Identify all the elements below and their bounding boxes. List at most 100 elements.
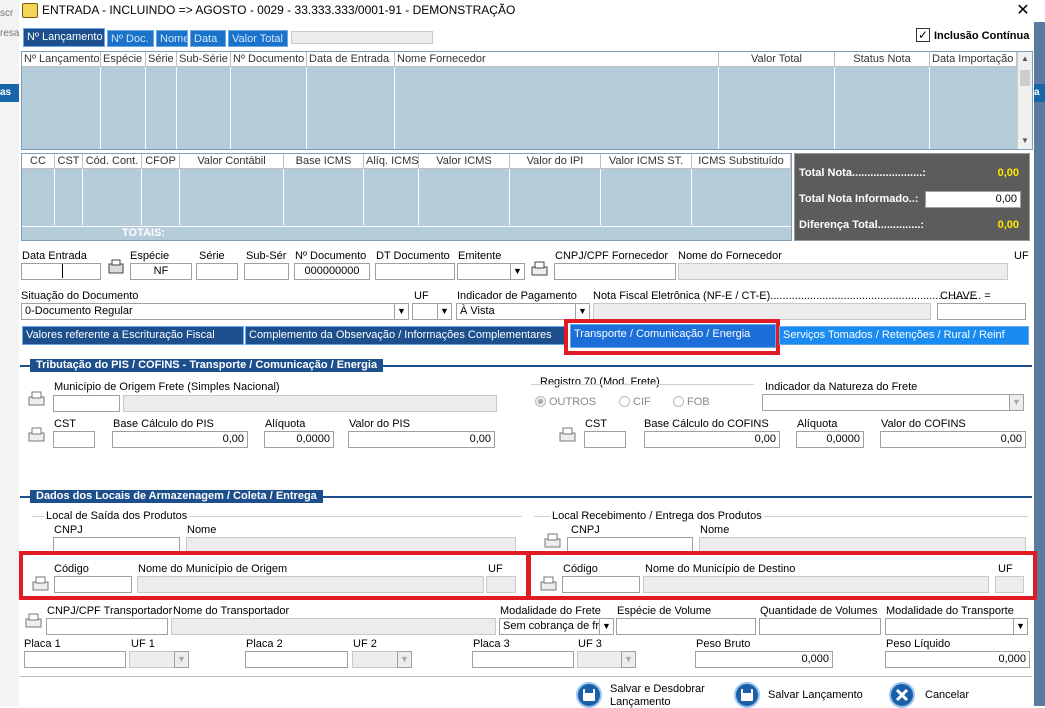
peso-liquido-input[interactable]: 0,000 (885, 651, 1030, 668)
grid-header[interactable]: Nº Lançamento (22, 52, 101, 67)
printer-icon[interactable] (31, 575, 51, 593)
peso-bruto-input[interactable]: 0,000 (695, 651, 833, 668)
valor-pis-input[interactable]: 0,00 (348, 431, 495, 448)
tab-data[interactable]: Data (190, 30, 226, 47)
municipio-origem-name[interactable] (123, 395, 497, 412)
grid-header[interactable]: Valor do IPI (510, 154, 601, 169)
chevron-down-icon[interactable]: ▼ (437, 303, 452, 320)
cancel-label[interactable]: Cancelar (925, 689, 969, 701)
valor-cofins-input[interactable]: 0,00 (880, 431, 1026, 448)
radio-cif[interactable] (619, 396, 630, 407)
uf1-select[interactable] (129, 651, 175, 668)
especie-input[interactable]: NF (130, 263, 192, 280)
uf2-select[interactable] (352, 651, 398, 668)
municipio-destino-nome-input[interactable] (643, 576, 989, 593)
cst-cofins-input[interactable] (584, 431, 626, 448)
search-input[interactable] (291, 31, 433, 44)
grid-header[interactable]: Base ICMS (284, 154, 364, 169)
grid-header[interactable]: Valor Total (719, 52, 835, 67)
close-icon[interactable]: ✕ (1012, 0, 1034, 22)
grid-header[interactable]: Espécie (101, 52, 146, 67)
placa2-input[interactable] (245, 651, 348, 668)
grid-header[interactable]: CFOP (142, 154, 180, 169)
uf-destino-input[interactable] (995, 576, 1024, 593)
codigo-origem-input[interactable] (54, 576, 132, 593)
total-informado-input[interactable]: 0,00 (925, 191, 1021, 208)
situacao-select[interactable]: 0-Documento Regular (21, 303, 395, 320)
grid-header[interactable]: Valor ICMS (419, 154, 510, 169)
grid-header[interactable]: Status Nota (835, 52, 930, 67)
printer-icon[interactable] (539, 575, 559, 593)
save-split-label-2[interactable]: Lançamento (610, 696, 671, 708)
grid-header[interactable]: Data Importação (930, 52, 1017, 67)
chevron-down-icon[interactable]: ▼ (1009, 394, 1024, 411)
grid-header[interactable]: Valor Contábil (180, 154, 284, 169)
aliquota-pis-input[interactable]: 0,0000 (264, 431, 334, 448)
chevron-down-icon[interactable]: ▼ (1013, 618, 1028, 635)
chevron-down-icon[interactable]: ▼ (397, 651, 412, 668)
aliquota-cofins-input[interactable]: 0,0000 (796, 431, 864, 448)
quantidade-volumes-input[interactable] (759, 618, 881, 635)
dt-documento-input[interactable] (375, 263, 455, 280)
grid-scrollbar[interactable]: ▲ ▼ (1017, 52, 1032, 149)
codigo-destino-input[interactable] (562, 576, 640, 593)
radio-fob[interactable] (673, 396, 684, 407)
grid-header[interactable]: Série (146, 52, 177, 67)
chevron-down-icon[interactable]: ▼ (575, 303, 590, 320)
chevron-down-icon[interactable]: ▼ (621, 651, 636, 668)
grid-header[interactable]: CC (22, 154, 55, 169)
printer-icon[interactable] (27, 426, 47, 444)
uf-origem-input[interactable] (486, 576, 516, 593)
itens-grid[interactable]: CC CST Cód. Cont. CFOP Valor Contábil Ba… (21, 153, 792, 241)
cancel-button[interactable] (889, 682, 915, 708)
tab-escrituracao-fiscal[interactable]: Valores referente a Escrituração Fiscal (22, 326, 244, 345)
chevron-down-icon[interactable]: ▼ (394, 303, 409, 320)
printer-icon[interactable] (27, 390, 47, 408)
cnpj-fornecedor-input[interactable] (554, 263, 676, 280)
tab-valor-total[interactable]: Valor Total (228, 30, 288, 47)
grid-header[interactable]: Nº Documento (231, 52, 307, 67)
base-pis-input[interactable]: 0,00 (112, 431, 248, 448)
especie-volume-input[interactable] (616, 618, 756, 635)
printer-icon[interactable] (543, 532, 563, 550)
tab-n-doc[interactable]: Nº Doc. (107, 30, 154, 47)
cst-pis-input[interactable] (53, 431, 95, 448)
printer-icon[interactable] (530, 260, 550, 278)
grid-header[interactable]: Alíq. ICMS (364, 154, 419, 169)
placa1-input[interactable] (24, 651, 126, 668)
uf3-select[interactable] (577, 651, 622, 668)
save-label[interactable]: Salvar Lançamento (768, 689, 863, 701)
grid-header[interactable]: CST (55, 154, 83, 169)
subserie-input[interactable] (244, 263, 289, 280)
nome-fornecedor-input[interactable] (678, 263, 1008, 280)
chevron-down-icon[interactable]: ▼ (510, 263, 525, 280)
base-cofins-input[interactable]: 0,00 (644, 431, 780, 448)
grid-header[interactable]: Cód. Cont. (83, 154, 142, 169)
cnpj-transportador-input[interactable] (46, 618, 168, 635)
printer-icon[interactable] (558, 426, 578, 444)
tab-complemento-observacao[interactable]: Complemento da Observação / Informações … (245, 326, 567, 345)
nfe-input[interactable] (593, 303, 931, 320)
uf-select[interactable] (412, 303, 439, 320)
serie-input[interactable] (196, 263, 238, 280)
tab-servicos-tomados[interactable]: Serviços Tomados / Retenções / Rural / R… (779, 326, 1029, 345)
chevron-down-icon[interactable]: ▼ (174, 651, 189, 668)
municipio-origem-code[interactable] (53, 395, 120, 412)
grid-header[interactable]: Valor ICMS ST. (601, 154, 692, 169)
tab-nome[interactable]: Nome (156, 30, 188, 47)
indicador-pagamento-select[interactable]: À Vista (456, 303, 576, 320)
save-split-button[interactable] (576, 682, 602, 708)
grid-header[interactable]: Sub-Série (177, 52, 231, 67)
lancamentos-grid[interactable]: Nº Lançamento Espécie Série Sub-Série Nº… (21, 51, 1033, 150)
tab-transporte[interactable]: Transporte / Comunicação / Energia (570, 324, 776, 348)
placa3-input[interactable] (472, 651, 574, 668)
grid-header[interactable]: ICMS Substituído (692, 154, 791, 169)
chave-input[interactable] (937, 303, 1026, 320)
save-split-label[interactable]: Salvar e Desdobrar (610, 683, 705, 695)
n-documento-input[interactable]: 000000000 (294, 263, 370, 280)
chevron-down-icon[interactable]: ▼ (599, 618, 614, 635)
data-entrada-input[interactable] (21, 263, 101, 280)
printer-icon[interactable] (24, 612, 44, 630)
nome-transportador-input[interactable] (171, 618, 496, 635)
grid-header[interactable]: Nome Fornecedor (395, 52, 719, 67)
